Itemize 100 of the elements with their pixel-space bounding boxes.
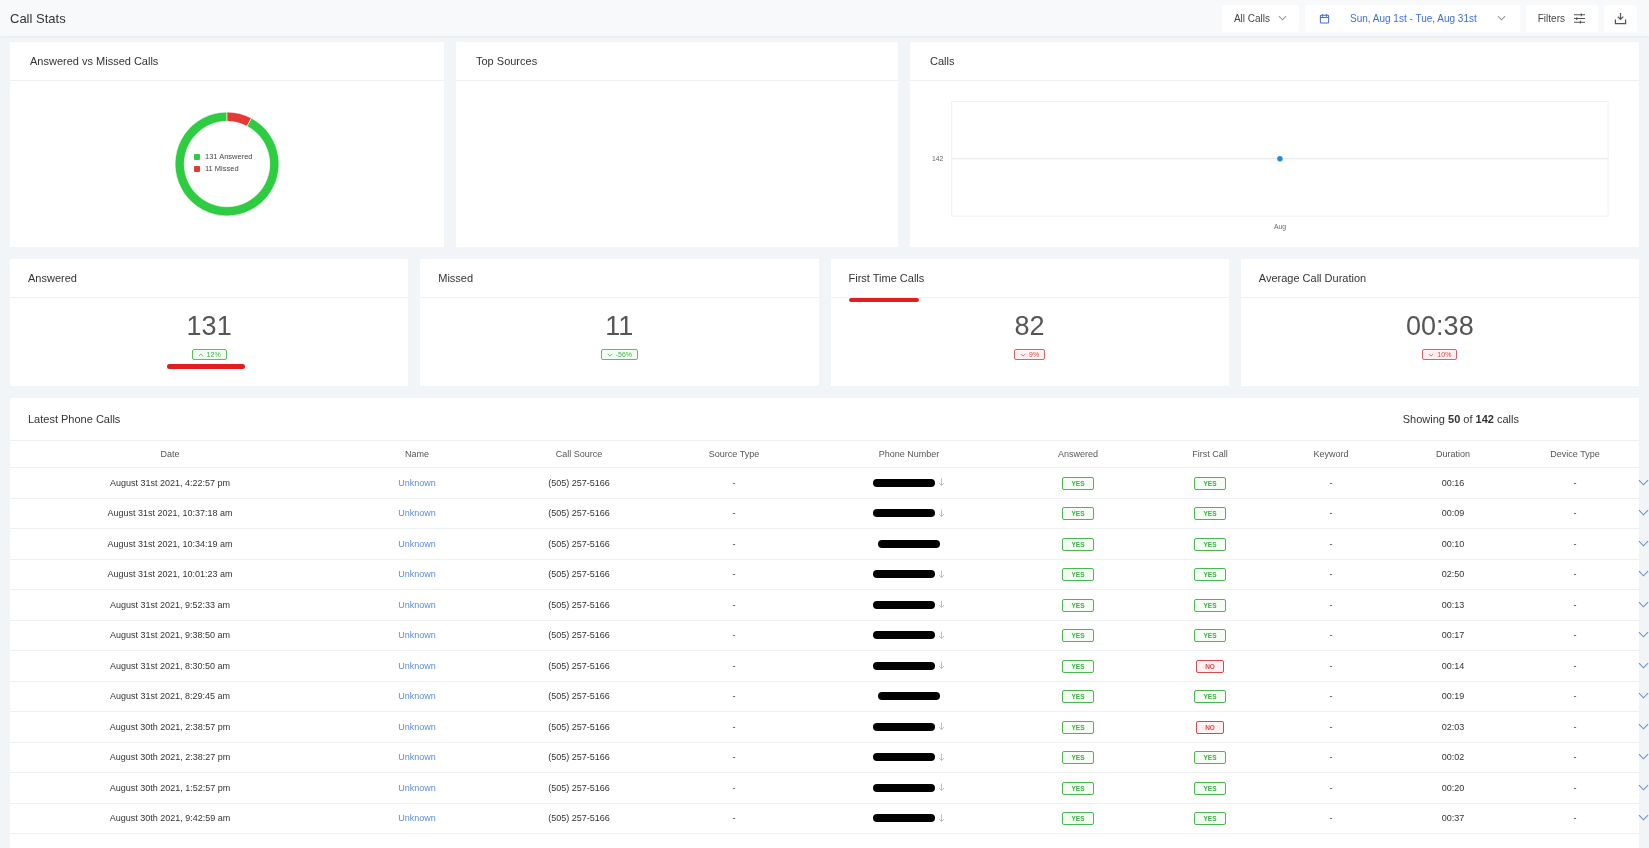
expand-chevron-icon[interactable]	[1638, 570, 1649, 578]
expand-chevron-icon[interactable]	[1638, 661, 1649, 669]
chevron-icon	[1496, 15, 1506, 21]
table-cell: August 31st 2021, 4:22:57 pm	[109, 477, 231, 488]
card-title: Missed	[438, 272, 475, 284]
table-cell: (505) 257-5166	[548, 813, 610, 824]
table-cell: -	[732, 691, 736, 702]
redaction-mark	[873, 783, 935, 792]
table-cell: August 31st 2021, 10:37:18 am	[107, 508, 233, 519]
caller-name-link[interactable]: Unknown	[398, 599, 436, 610]
table-cell: 02:50	[1441, 569, 1465, 580]
table-cell: 00:14	[1441, 660, 1465, 671]
table-cell: -	[1329, 782, 1333, 793]
column-header: Phone Number	[878, 449, 940, 459]
table-cell: 00:13	[1441, 599, 1465, 610]
data-point	[1277, 156, 1283, 162]
expand-chevron-icon[interactable]	[1638, 600, 1649, 608]
table-cell: -	[1573, 782, 1577, 793]
table-cell: -	[1573, 813, 1577, 824]
redaction-mark	[873, 661, 935, 670]
table-cell: -	[1329, 630, 1333, 641]
filters-button[interactable]: Filters	[1525, 4, 1598, 32]
table-cell: (505) 257-5166	[548, 660, 610, 671]
redaction-mark	[873, 600, 935, 609]
download-icon	[1614, 11, 1627, 25]
table-cell: -	[732, 721, 736, 732]
column-header: Source Type	[708, 449, 760, 459]
table-cell: 00:10	[1441, 538, 1465, 549]
call-filter-dropdown[interactable]: All Calls	[1221, 4, 1299, 32]
table-cell: -	[1329, 538, 1333, 549]
stat-value: 82	[1014, 310, 1045, 342]
table-cell: August 31st 2021, 9:52:33 am	[109, 599, 231, 610]
expand-chevron-icon[interactable]	[1638, 692, 1649, 700]
column-header: Answered	[1058, 449, 1098, 459]
results-count: Showing 50 of 142 calls	[1402, 413, 1519, 425]
table-cell: -	[1573, 660, 1577, 671]
table-cell: -	[732, 813, 736, 824]
redaction-mark	[873, 570, 935, 579]
table-cell: -	[1573, 752, 1577, 763]
expand-chevron-icon[interactable]	[1638, 814, 1649, 822]
table-cell: 00:37	[1441, 813, 1465, 824]
card-title: Average Call Duration	[1258, 272, 1368, 284]
table-cell: 02:03	[1441, 721, 1465, 732]
expand-chevron-icon[interactable]	[1638, 478, 1649, 486]
table-cell: -	[732, 630, 736, 641]
stat-value: 131	[186, 310, 232, 342]
caller-name-link[interactable]: Unknown	[398, 508, 436, 519]
expand-chevron-icon[interactable]	[1638, 753, 1649, 761]
table-cell: August 31st 2021, 10:01:23 am	[107, 569, 233, 580]
caller-name-link[interactable]: Unknown	[398, 691, 436, 702]
table-cell: 00:17	[1441, 630, 1465, 641]
table-cell: -	[1573, 691, 1577, 702]
table-cell: -	[1573, 569, 1577, 580]
table-cell: (505) 257-5166	[548, 691, 610, 702]
table-cell: August 30th 2021, 2:38:57 pm	[109, 721, 231, 732]
card-title: Top Sources	[476, 55, 539, 67]
download-button[interactable]	[1604, 4, 1637, 32]
table-cell: -	[732, 599, 736, 610]
table-cell: (505) 257-5166	[548, 538, 610, 549]
caller-name-link[interactable]: Unknown	[398, 538, 436, 549]
table-cell: -	[732, 538, 736, 549]
caller-name-link[interactable]: Unknown	[398, 752, 436, 763]
table-cell: -	[1329, 752, 1333, 763]
table-cell: August 31st 2021, 10:34:19 am	[107, 538, 233, 549]
column-header: Name	[405, 449, 429, 459]
caller-name-link[interactable]: Unknown	[398, 782, 436, 793]
table-cell: -	[1573, 538, 1577, 549]
table-cell: (505) 257-5166	[548, 508, 610, 519]
stat-value: 11	[605, 310, 634, 342]
caller-name-link[interactable]: Unknown	[398, 721, 436, 732]
card-title: Latest Phone Calls	[28, 413, 121, 425]
table-cell: August 31st 2021, 8:30:50 am	[109, 660, 231, 671]
card-title: First Time Calls	[848, 272, 926, 284]
caller-name-link[interactable]: Unknown	[398, 813, 436, 824]
redaction-mark	[873, 631, 935, 640]
table-cell: August 31st 2021, 9:38:50 am	[109, 630, 231, 641]
redaction-mark	[873, 814, 935, 823]
expand-chevron-icon[interactable]	[1638, 509, 1649, 517]
expand-chevron-icon[interactable]	[1638, 722, 1649, 730]
caller-name-link[interactable]: Unknown	[398, 660, 436, 671]
table-cell: -	[1573, 599, 1577, 610]
table-cell: -	[1573, 508, 1577, 519]
caller-name-link[interactable]: Unknown	[398, 569, 436, 580]
table-cell: -	[1329, 691, 1333, 702]
table-cell: -	[1329, 508, 1333, 519]
expand-chevron-icon[interactable]	[1638, 539, 1649, 547]
table-cell: -	[732, 477, 736, 488]
table-cell: -	[1329, 599, 1333, 610]
table-cell: (505) 257-5166	[548, 721, 610, 732]
table-cell: 00:20	[1441, 782, 1465, 793]
expand-chevron-icon[interactable]	[1638, 783, 1649, 791]
table-cell: -	[1329, 477, 1333, 488]
expand-chevron-icon[interactable]	[1638, 631, 1649, 639]
redaction-mark	[873, 509, 935, 518]
table-cell: -	[1329, 569, 1333, 580]
chevron-icon	[1278, 15, 1287, 21]
table-cell: (505) 257-5166	[548, 782, 610, 793]
caller-name-link[interactable]: Unknown	[398, 477, 436, 488]
caller-name-link[interactable]: Unknown	[398, 630, 436, 641]
date-range-dropdown[interactable]: Sun, Aug 1st - Tue, Aug 31st	[1305, 4, 1520, 32]
